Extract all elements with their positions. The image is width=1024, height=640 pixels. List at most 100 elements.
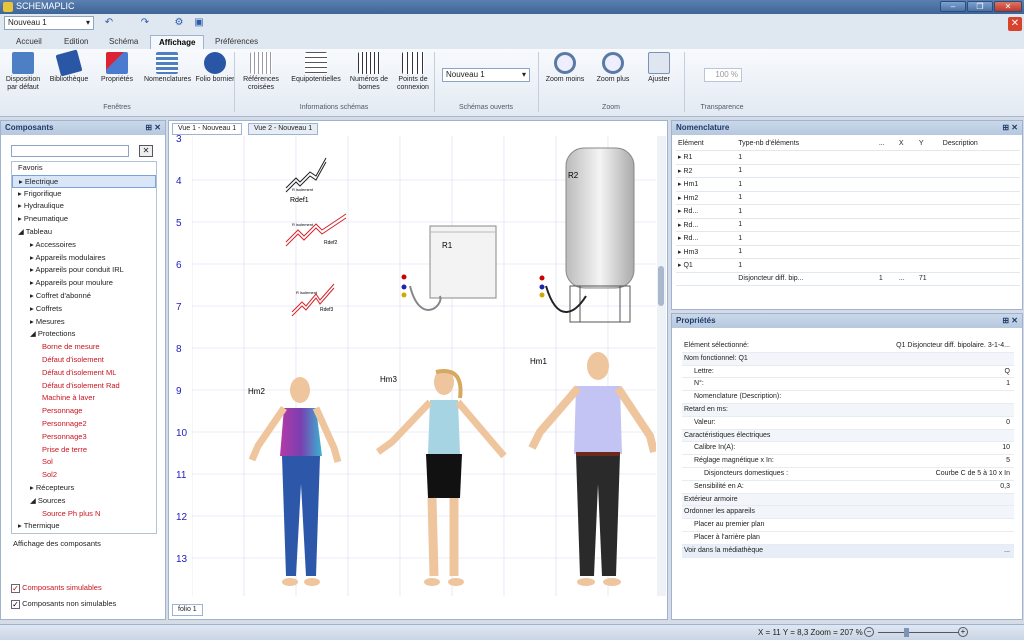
open-schema-select[interactable]: Nouveau 1 ▾ bbox=[442, 68, 530, 82]
tab-vue-1[interactable]: Vue 1 - Nouveau 1 bbox=[172, 123, 243, 135]
column-header[interactable]: Elément bbox=[676, 137, 737, 151]
vertical-scrollbar[interactable] bbox=[657, 136, 666, 596]
nomenclatures-button[interactable]: Nomenclatures bbox=[144, 52, 191, 102]
tree-item[interactable]: ▸ Appareils pour conduit IRL bbox=[12, 264, 156, 277]
property-row[interactable]: Calibre In(A): 10 bbox=[682, 442, 1014, 456]
tree-item[interactable]: Personnage3 bbox=[12, 431, 156, 444]
tree-item[interactable]: Machine à laver bbox=[12, 392, 156, 405]
references-croisees-button[interactable]: Références croisées bbox=[238, 52, 284, 102]
tree-item[interactable]: ◢ Protections bbox=[12, 328, 156, 341]
property-row[interactable]: Ordonner les appareils bbox=[682, 506, 1014, 520]
property-row[interactable]: N°: 1 bbox=[682, 378, 1014, 392]
property-value[interactable]: ... bbox=[878, 545, 1012, 558]
close-document-icon[interactable]: ✕ bbox=[1008, 17, 1022, 31]
close-icon[interactable]: ⊞ ✕ bbox=[145, 123, 161, 132]
tree-item[interactable]: ▸ Récepteurs bbox=[12, 482, 156, 495]
tool-icon[interactable]: ⚙ bbox=[172, 17, 186, 30]
column-header[interactable]: Type-nb d'éléments bbox=[736, 137, 877, 151]
maximize-button[interactable]: ❐ bbox=[967, 1, 993, 12]
table-row[interactable]: ▸ Q1 1 bbox=[676, 258, 1020, 273]
schema-canvas[interactable]: R isolement Rdef1 R isolement Rdef2 R is… bbox=[192, 136, 656, 596]
close-icon[interactable]: ⊞ ✕ bbox=[1002, 123, 1018, 132]
tab-folio[interactable]: folio 1 bbox=[172, 604, 203, 616]
table-row[interactable]: ▸ Hm2 1 bbox=[676, 191, 1020, 205]
property-row[interactable]: Extérieur armoire bbox=[682, 493, 1014, 507]
component-search-input[interactable] bbox=[11, 145, 129, 157]
tab-vue-2[interactable]: Vue 2 - Nouveau 1 bbox=[248, 123, 319, 135]
tree-item[interactable]: Défaut d'isolement bbox=[12, 354, 156, 367]
table-subrow[interactable]: Disjoncteur diff. bip... 1... 71 bbox=[676, 272, 1020, 286]
simulable-checkbox[interactable]: ✓ Composants simulables bbox=[11, 583, 102, 593]
table-row[interactable]: ▸ R1 1 bbox=[676, 150, 1020, 165]
tree-item[interactable]: ▸ Thermique bbox=[12, 520, 156, 533]
tree-item[interactable]: Sol bbox=[12, 456, 156, 469]
property-row[interactable]: Lettre: Q bbox=[682, 366, 1014, 379]
zoom-out-icon[interactable]: − bbox=[864, 627, 874, 637]
tree-item[interactable]: ▸ Coffret d'abonné bbox=[12, 290, 156, 303]
column-header[interactable]: Y bbox=[916, 137, 941, 151]
property-value[interactable]: Q bbox=[878, 366, 1012, 379]
tab-accueil[interactable]: Accueil bbox=[8, 35, 50, 49]
zoom-slider[interactable] bbox=[878, 632, 958, 633]
tab-edition[interactable]: Edition bbox=[56, 35, 96, 49]
property-row[interactable]: Placer à l'arrière plan bbox=[682, 532, 1014, 545]
column-header[interactable]: X bbox=[896, 137, 917, 151]
tree-item[interactable]: ▸ Appareils modulaires bbox=[12, 252, 156, 265]
equipotentielles-button[interactable]: Equipotentielles bbox=[288, 52, 344, 102]
property-value[interactable]: Q1 Disjoncteur diff. bipolaire. 3-1-4... bbox=[878, 340, 1012, 353]
property-row[interactable]: Voir dans la médiathèque... bbox=[682, 544, 1014, 558]
tab-affichage[interactable]: Affichage bbox=[150, 35, 205, 49]
tab-schema[interactable]: Schéma bbox=[101, 35, 146, 49]
tree-item[interactable]: ◢ Tableau bbox=[12, 226, 156, 239]
table-row[interactable]: ▸ Hm3 1 bbox=[676, 245, 1020, 259]
tree-item[interactable]: ◢ Sources bbox=[12, 495, 156, 508]
tree-item[interactable]: ▸ Coffrets bbox=[12, 303, 156, 316]
table-row[interactable]: ▸ Rd... 1 bbox=[676, 218, 1020, 232]
points-connexion-button[interactable]: Points de connexion bbox=[390, 52, 436, 102]
property-row[interactable]: Réglage magnétique x In: 5 bbox=[682, 455, 1014, 468]
property-row[interactable]: Disjoncteurs domestiques : Courbe C de 5 … bbox=[682, 468, 1014, 481]
property-row[interactable]: Valeur: 0 bbox=[682, 417, 1014, 430]
property-row[interactable]: Elément sélectionné: Q1 Disjoncteur diff.… bbox=[682, 340, 1014, 353]
bibliotheque-button[interactable]: Bibliothèque bbox=[46, 49, 92, 102]
property-row[interactable]: Retard en ms: bbox=[682, 404, 1014, 417]
scroll-thumb[interactable] bbox=[658, 266, 664, 306]
tree-item[interactable]: ▸ Appareils pour moulure bbox=[12, 277, 156, 290]
expand-icon[interactable]: ◢ bbox=[18, 227, 26, 236]
undo-icon[interactable]: ↶ bbox=[102, 17, 116, 30]
expand-icon[interactable]: ◢ bbox=[30, 329, 38, 338]
close-button[interactable]: ✕ bbox=[994, 1, 1022, 12]
tree-item[interactable]: ▸ Mesures bbox=[12, 316, 156, 329]
disposition-button[interactable]: Disposition par défaut bbox=[0, 52, 46, 102]
table-row[interactable]: ▸ Rd... 1 bbox=[676, 231, 1020, 246]
screen-icon[interactable]: ▣ bbox=[192, 17, 206, 30]
tree-item[interactable]: ▸ Frigorifique bbox=[12, 188, 156, 201]
zoom-in-icon[interactable]: + bbox=[958, 627, 968, 637]
transparency-input[interactable]: 100 % bbox=[704, 68, 742, 82]
ajuster-button[interactable]: Ajuster bbox=[636, 52, 682, 102]
tree-item[interactable]: ▸ Accessoires bbox=[12, 239, 156, 252]
expand-icon[interactable]: ◢ bbox=[30, 496, 38, 505]
property-value[interactable]: Courbe C de 5 à 10 x In bbox=[878, 468, 1012, 481]
zoom-moins-button[interactable]: Zoom moins bbox=[542, 52, 588, 102]
tree-item[interactable]: ▸ Pneumatique bbox=[12, 213, 156, 226]
table-row[interactable]: ▸ Hm1 1 bbox=[676, 177, 1020, 192]
project-select[interactable]: Nouveau 1 ▾ bbox=[4, 16, 94, 30]
minimize-button[interactable]: – bbox=[940, 1, 966, 12]
property-value[interactable]: 0,3 bbox=[878, 481, 1012, 494]
hm1-person[interactable] bbox=[528, 352, 656, 586]
property-row[interactable]: Placer au premier plan bbox=[682, 519, 1014, 532]
tab-preferences[interactable]: Préférences bbox=[207, 35, 266, 49]
zoom-plus-button[interactable]: Zoom plus bbox=[590, 52, 636, 102]
tree-item[interactable]: Source Ph plus N bbox=[12, 508, 156, 521]
tree-item[interactable]: Favoris bbox=[12, 162, 156, 175]
property-value[interactable]: 0 bbox=[878, 417, 1012, 430]
tree-item[interactable]: Personnage2 bbox=[12, 418, 156, 431]
property-value[interactable]: 5 bbox=[878, 455, 1012, 468]
tree-item[interactable]: Défaut d'isolement ML bbox=[12, 367, 156, 380]
table-row[interactable]: ▸ R2 1 bbox=[676, 164, 1020, 178]
tree-item[interactable]: Borne de mesure bbox=[12, 341, 156, 354]
tree-item[interactable]: Prise de terre bbox=[12, 444, 156, 457]
column-header[interactable]: Description bbox=[940, 137, 1020, 151]
property-row[interactable]: Sensibilité en A: 0,3 bbox=[682, 481, 1014, 494]
